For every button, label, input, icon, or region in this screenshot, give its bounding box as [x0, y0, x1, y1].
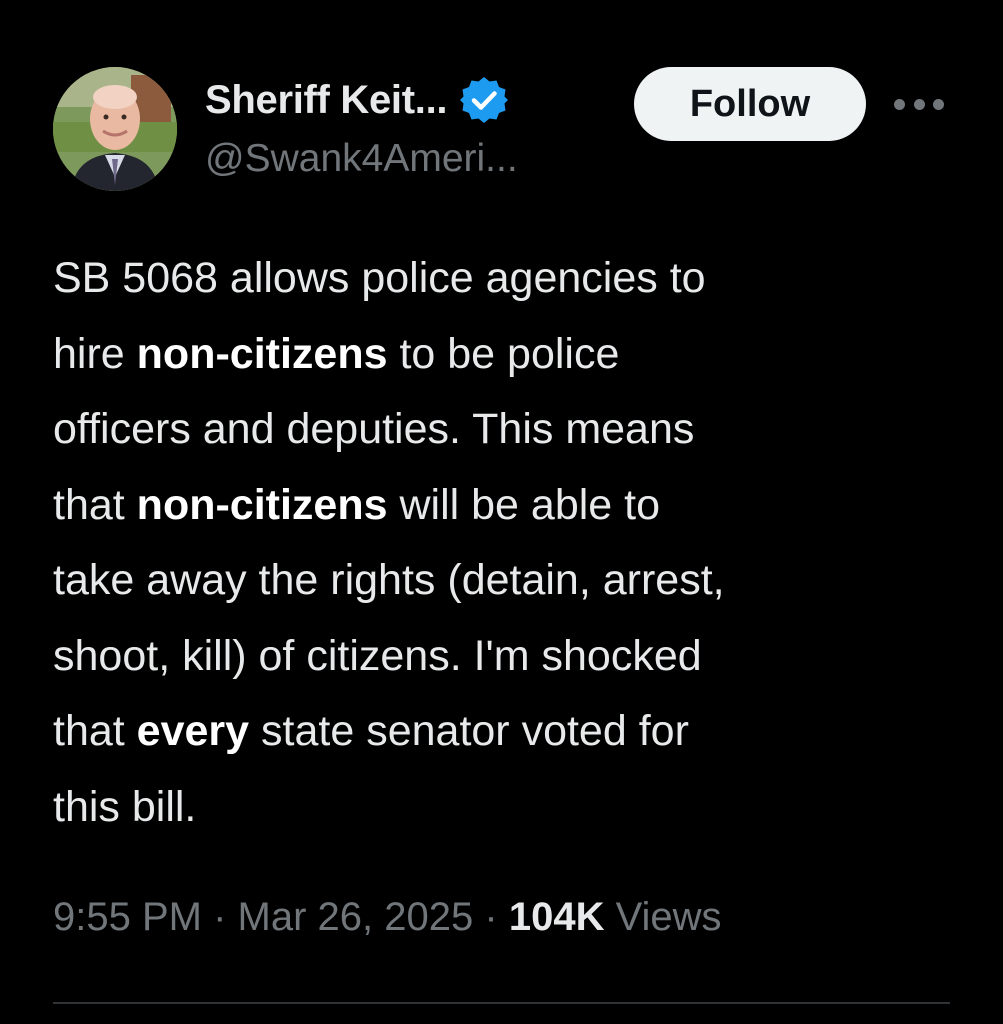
emphasis-text: non-citizens: [136, 329, 388, 378]
tweet-line: this bill.: [53, 782, 197, 831]
profile-photo: [53, 67, 177, 191]
divider: [53, 1002, 950, 1004]
more-dot: [894, 98, 905, 110]
tweet-line: shoot, kill) of citizens. I'm shocked: [53, 631, 702, 680]
tweet-line: SB 5068 allows police agencies to: [53, 254, 706, 302]
views-count[interactable]: 104K: [509, 895, 605, 939]
tweet-line: that non-citizens will be able to: [53, 480, 661, 529]
tweet-date[interactable]: Mar 26, 2025: [238, 895, 474, 939]
author-avatar[interactable]: [53, 67, 177, 191]
tweet-meta: 9:55 PM · Mar 26, 2025 · 104K Views: [53, 895, 722, 940]
follow-button[interactable]: Follow: [634, 67, 866, 141]
tweet-time[interactable]: 9:55 PM: [53, 895, 202, 939]
author-name-row: Sheriff Keit...: [205, 72, 509, 128]
tweet-line: take away the rights (detain, arrest,: [53, 556, 725, 604]
emphasis-text: non-citizens: [136, 480, 388, 529]
more-dot: [933, 98, 944, 110]
author-display-name[interactable]: Sheriff Keit...: [205, 78, 448, 123]
more-dot: [913, 98, 925, 110]
emphasis-text: every: [136, 707, 250, 755]
tweet-line: officers and deputies. This means: [53, 405, 695, 453]
verified-badge-icon[interactable]: [459, 75, 509, 125]
meta-separator: ·: [484, 895, 498, 939]
tweet-text: SB 5068 allows police agencies to hire n…: [53, 241, 953, 845]
meta-separator: ·: [213, 895, 227, 939]
tweet-line: that every state senator voted for: [53, 707, 689, 755]
author-handle[interactable]: @Swank4Ameri...: [205, 137, 518, 181]
tweet-line: hire non-citizens to be police: [53, 329, 620, 378]
more-options-icon[interactable]: [894, 92, 944, 116]
views-label: Views: [615, 895, 722, 939]
